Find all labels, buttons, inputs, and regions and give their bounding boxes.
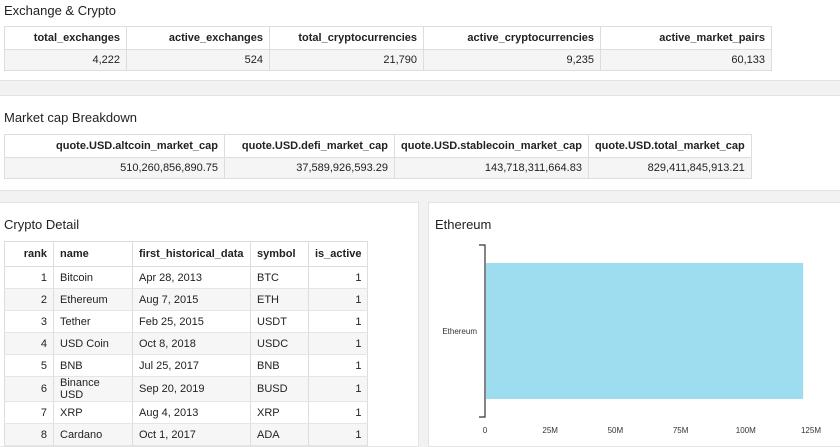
cell-rank: 4	[4, 332, 54, 355]
col-total-cryptocurrencies[interactable]: total_cryptocurrencies	[269, 26, 424, 50]
table-row: 510,260,856,890.75 37,589,926,593.29 143…	[4, 157, 752, 179]
cell-is-active: 1	[308, 332, 369, 355]
cell-symbol: USDC	[250, 332, 309, 355]
cell-symbol: XRP	[250, 401, 309, 424]
col-total-exchanges[interactable]: total_exchanges	[4, 26, 127, 50]
crypto-detail-panel: Crypto Detail rank name first_historical…	[0, 202, 419, 447]
x-tick-label: 50M	[608, 426, 624, 435]
cell-symbol: ADA	[250, 423, 309, 446]
table-row[interactable]: 5 BNB Jul 25, 2017 BNB 1	[4, 354, 369, 377]
cell-name: Cardano	[53, 423, 133, 446]
table-row[interactable]: 6 Binance USD Sep 20, 2019 BUSD 1	[4, 376, 369, 402]
ethereum-chart-panel: Ethereum Ethereum 0 25M 50M 75M 100M 125M	[428, 202, 840, 447]
category-label: Ethereum	[442, 327, 477, 336]
cell-symbol: BTC	[250, 266, 309, 289]
col-active-market-pairs[interactable]: active_market_pairs	[600, 26, 772, 50]
total-market-cap-value: 829,411,845,913.21	[588, 157, 752, 179]
active-cryptocurrencies-value: 9,235	[423, 49, 601, 71]
cell-first-historical-data: Aug 4, 2013	[132, 401, 251, 424]
col-is-active[interactable]: is_active	[308, 241, 369, 267]
cell-is-active: 1	[308, 423, 369, 446]
col-defi-market-cap[interactable]: quote.USD.defi_market_cap	[224, 134, 395, 158]
table-row[interactable]: 3 Tether Feb 25, 2015 USDT 1	[4, 310, 369, 333]
cell-rank: 7	[4, 401, 54, 424]
col-name[interactable]: name	[53, 241, 133, 267]
cell-first-historical-data: Oct 8, 2018	[132, 332, 251, 355]
cell-is-active: 1	[308, 401, 369, 424]
cell-rank: 5	[4, 354, 54, 377]
active-market-pairs-value: 60,133	[600, 49, 772, 71]
altcoin-market-cap-value: 510,260,856,890.75	[4, 157, 225, 179]
market-cap-title: Market cap Breakdown	[4, 110, 137, 125]
cell-first-historical-data: Oct 1, 2017	[132, 423, 251, 446]
x-tick-label: 100M	[736, 426, 756, 435]
col-total-market-cap[interactable]: quote.USD.total_market_cap	[588, 134, 752, 158]
cell-symbol: BNB	[250, 354, 309, 377]
cell-is-active: 1	[308, 266, 369, 289]
col-active-exchanges[interactable]: active_exchanges	[126, 26, 270, 50]
crypto-detail-table: rank name first_historical_data symbol i…	[4, 241, 369, 446]
col-altcoin-market-cap[interactable]: quote.USD.altcoin_market_cap	[4, 134, 225, 158]
cell-is-active: 1	[308, 376, 369, 402]
col-first-historical-data[interactable]: first_historical_data	[132, 241, 251, 267]
cell-rank: 1	[4, 266, 54, 289]
x-tick-label: 0	[483, 426, 488, 435]
active-exchanges-value: 524	[126, 49, 270, 71]
cell-symbol: BUSD	[250, 376, 309, 402]
exchange-crypto-title: Exchange & Crypto	[4, 3, 117, 18]
table-row: 4,222 524 21,790 9,235 60,133	[4, 49, 772, 71]
total-cryptocurrencies-value: 21,790	[269, 49, 424, 71]
cell-first-historical-data: Sep 20, 2019	[132, 376, 251, 402]
cell-rank: 3	[4, 310, 54, 333]
market-cap-table: quote.USD.altcoin_market_cap quote.USD.d…	[4, 134, 752, 179]
table-row[interactable]: 8 Cardano Oct 1, 2017 ADA 1	[4, 423, 369, 446]
x-tick-label: 75M	[673, 426, 689, 435]
market-cap-panel: Market cap Breakdown quote.USD.altcoin_m…	[0, 95, 840, 191]
cell-name: Binance USD	[53, 376, 133, 402]
cell-name: USD Coin	[53, 332, 133, 355]
x-tick-label: 125M	[801, 426, 821, 435]
table-row[interactable]: 7 XRP Aug 4, 2013 XRP 1	[4, 401, 369, 424]
cell-first-historical-data: Feb 25, 2015	[132, 310, 251, 333]
x-tick-label: 25M	[542, 426, 558, 435]
cell-name: Ethereum	[53, 288, 133, 311]
ethereum-bar-chart: Ethereum 0 25M 50M 75M 100M 125M	[442, 244, 821, 435]
defi-market-cap-value: 37,589,926,593.29	[224, 157, 395, 179]
stablecoin-market-cap-value: 143,718,311,664.83	[394, 157, 589, 179]
crypto-detail-title: Crypto Detail	[4, 217, 80, 232]
total-exchanges-value: 4,222	[4, 49, 127, 71]
col-stablecoin-market-cap[interactable]: quote.USD.stablecoin_market_cap	[394, 134, 589, 158]
cell-first-historical-data: Aug 7, 2015	[132, 288, 251, 311]
table-row[interactable]: 1 Bitcoin Apr 28, 2013 BTC 1	[4, 266, 369, 289]
cell-rank: 2	[4, 288, 54, 311]
cell-first-historical-data: Apr 28, 2013	[132, 266, 251, 289]
col-rank[interactable]: rank	[4, 241, 54, 267]
cell-name: XRP	[53, 401, 133, 424]
cell-name: Bitcoin	[53, 266, 133, 289]
cell-is-active: 1	[308, 310, 369, 333]
cell-first-historical-data: Jul 25, 2017	[132, 354, 251, 377]
table-row[interactable]: 4 USD Coin Oct 8, 2018 USDC 1	[4, 332, 369, 355]
cell-rank: 6	[4, 376, 54, 402]
col-active-cryptocurrencies[interactable]: active_cryptocurrencies	[423, 26, 601, 50]
cell-is-active: 1	[308, 288, 369, 311]
cell-name: BNB	[53, 354, 133, 377]
category-axis-line	[479, 244, 486, 418]
exchange-crypto-panel: Exchange & Crypto total_exchanges active…	[0, 0, 840, 81]
cell-name: Tether	[53, 310, 133, 333]
cell-symbol: USDT	[250, 310, 309, 333]
bar-ethereum[interactable]	[486, 263, 804, 399]
exchange-kpi-table: total_exchanges active_exchanges total_c…	[4, 26, 772, 71]
col-symbol[interactable]: symbol	[250, 241, 309, 267]
table-row[interactable]: 2 Ethereum Aug 7, 2015 ETH 1	[4, 288, 369, 311]
cell-symbol: ETH	[250, 288, 309, 311]
cell-rank: 8	[4, 423, 54, 446]
cell-is-active: 1	[308, 354, 369, 377]
